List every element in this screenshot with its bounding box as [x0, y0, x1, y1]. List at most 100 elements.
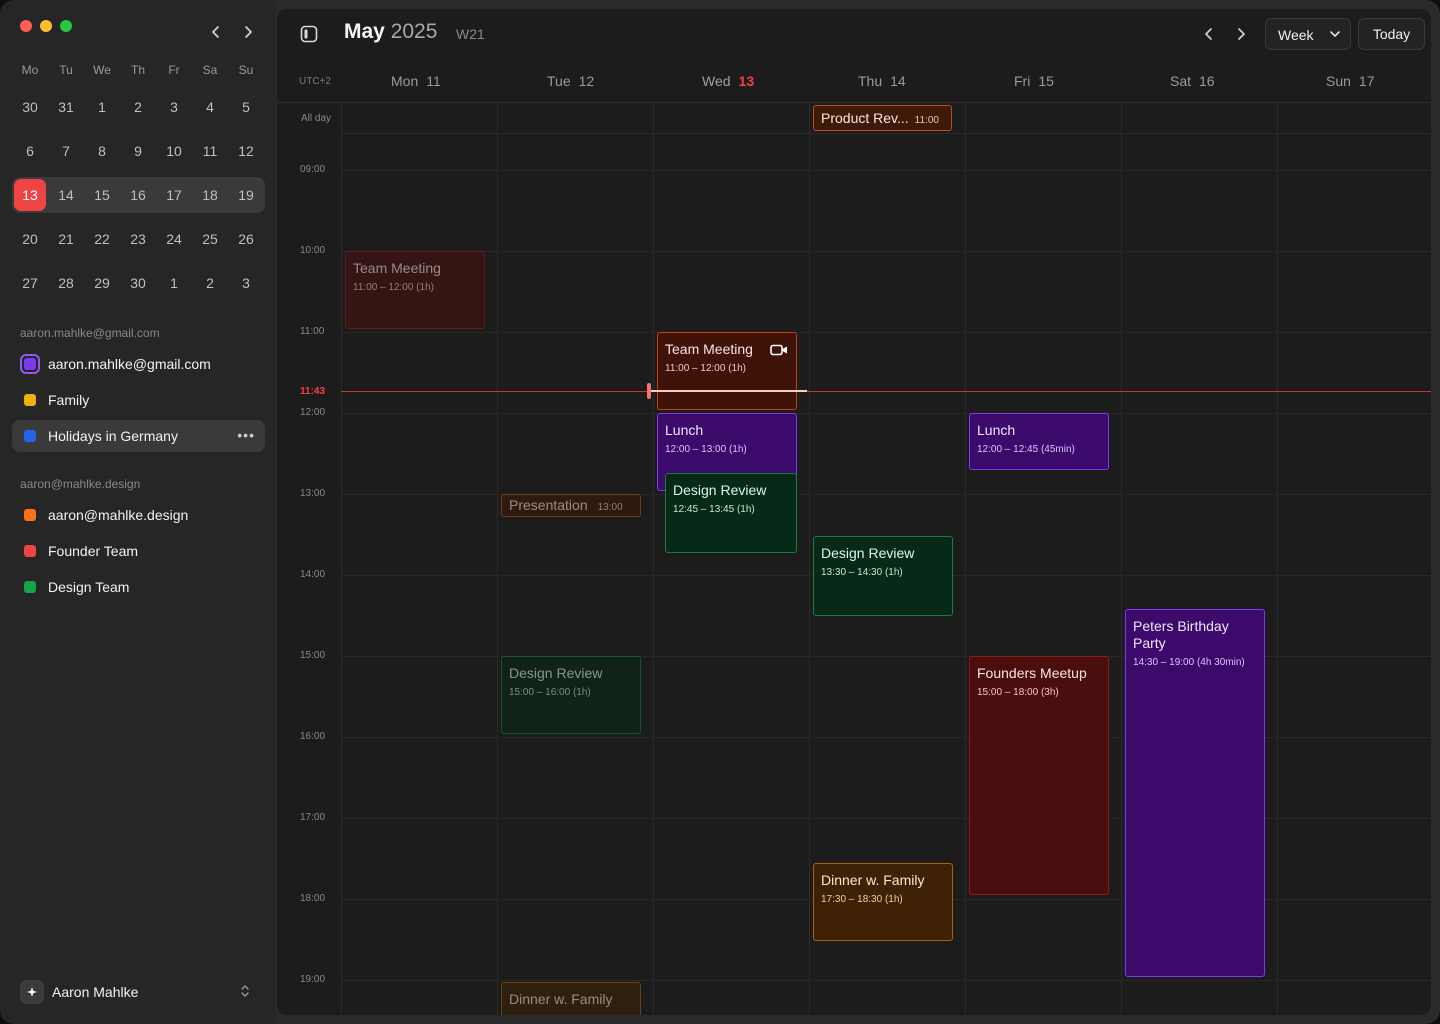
mini-calendar-day[interactable]: 15	[84, 177, 120, 213]
mini-calendar-day[interactable]: 10	[156, 133, 192, 169]
title-month: May	[344, 20, 385, 43]
hour-gridline	[341, 251, 1431, 252]
day-header-thu[interactable]: Thu 14	[858, 73, 906, 89]
mini-calendar-day[interactable]: 1	[84, 89, 120, 125]
mini-calendar-prev-button[interactable]	[206, 22, 226, 42]
mini-calendar-day[interactable]: 23	[120, 221, 156, 257]
day-header-sun[interactable]: Sun 17	[1326, 73, 1375, 89]
mini-calendar-day[interactable]: 29	[84, 265, 120, 301]
calendar-item-design-team[interactable]: Design Team	[12, 571, 265, 603]
mini-calendar-day[interactable]: 3	[156, 89, 192, 125]
event-team-meeting-wed[interactable]: Team Meeting 11:00 – 12:00 (1h)	[657, 332, 797, 410]
zoom-window-button[interactable]	[60, 20, 72, 32]
mini-calendar-day[interactable]: 2	[192, 265, 228, 301]
mini-calendar-day[interactable]: 1	[156, 265, 192, 301]
calendar-item-holidays-germany[interactable]: Holidays in Germany •••	[12, 420, 265, 452]
calendar-item-family[interactable]: Family	[12, 384, 265, 416]
hour-gridline	[341, 170, 1431, 171]
mini-calendar-day[interactable]: 9	[120, 133, 156, 169]
previous-week-button[interactable]	[1199, 24, 1219, 44]
event-design-review-thu[interactable]: Design Review 13:30 – 14:30 (1h)	[813, 536, 953, 616]
mini-calendar-weekday: We	[93, 63, 111, 77]
event-time: 12:45 – 13:45 (1h)	[673, 504, 755, 515]
event-time: 17:30 – 18:30 (1h)	[821, 894, 903, 905]
today-button[interactable]: Today	[1358, 18, 1425, 50]
event-design-review-wed[interactable]: Design Review 12:45 – 13:45 (1h)	[665, 473, 797, 553]
hour-gridline	[341, 413, 1431, 414]
day-header-name: Fri	[1014, 73, 1031, 89]
mini-calendar-day[interactable]: 20	[12, 221, 48, 257]
event-presentation-tue[interactable]: Presentation 13:00	[501, 494, 641, 517]
mini-calendar-day[interactable]: 21	[48, 221, 84, 257]
day-header-number: 14	[890, 73, 906, 89]
mini-calendar-day[interactable]: 3	[228, 265, 264, 301]
mini-calendar-day[interactable]: 12	[228, 133, 264, 169]
day-header-mon[interactable]: Mon 11	[391, 73, 441, 89]
mini-calendar-day[interactable]: 31	[48, 89, 84, 125]
view-select[interactable]: Week	[1265, 18, 1351, 50]
mini-calendar-day[interactable]: 5	[228, 89, 264, 125]
close-window-button[interactable]	[20, 20, 32, 32]
mini-calendar-day[interactable]: 22	[84, 221, 120, 257]
day-header-sat[interactable]: Sat 16	[1170, 73, 1215, 89]
calendar-item-label: Design Team	[48, 579, 130, 595]
calendar-item-aaron-mahlke-design[interactable]: aaron@mahlke.design	[12, 499, 265, 531]
mini-calendar-day[interactable]: 8	[84, 133, 120, 169]
mini-calendar-day[interactable]: 11	[192, 133, 228, 169]
mini-calendar-day[interactable]: 26	[228, 221, 264, 257]
event-design-review-tue[interactable]: Design Review 15:00 – 16:00 (1h)	[501, 656, 641, 734]
mini-calendar-day[interactable]: 19	[228, 177, 264, 213]
mini-calendar-day[interactable]: 27	[12, 265, 48, 301]
calendar-color-swatch	[24, 509, 36, 521]
calendar-item-aaron-gmail[interactable]: aaron.mahlke@gmail.com	[12, 348, 265, 380]
mini-calendar-day[interactable]: 2	[120, 89, 156, 125]
event-founders-meetup[interactable]: Founders Meetup 15:00 – 18:00 (3h)	[969, 656, 1109, 895]
day-header-tue[interactable]: Tue 12	[547, 73, 594, 89]
page-title: May 2025	[344, 20, 437, 44]
event-title: Dinner w. Family	[821, 872, 925, 888]
mini-calendar-today[interactable]: 13	[14, 179, 46, 211]
calendar-item-founder-team[interactable]: Founder Team	[12, 535, 265, 567]
day-header-fri[interactable]: Fri 15	[1014, 73, 1054, 89]
event-dinner-family-thu[interactable]: Dinner w. Family 17:30 – 18:30 (1h)	[813, 863, 953, 941]
day-column-divider	[341, 103, 342, 1015]
user-switcher[interactable]: Aaron Mahlke	[20, 980, 256, 1004]
event-team-meeting-mon[interactable]: Team Meeting 11:00 – 12:00 (1h)	[345, 251, 485, 329]
event-title: Team Meeting	[353, 260, 441, 276]
hour-gridline	[341, 332, 1431, 333]
mini-calendar-day[interactable]: 16	[120, 177, 156, 213]
day-header-name: Mon	[391, 73, 419, 89]
chevron-right-icon	[1238, 28, 1245, 40]
chevron-up-down-icon	[241, 985, 249, 997]
mini-calendar-day[interactable]: 30	[12, 89, 48, 125]
mini-calendar-day[interactable]: 28	[48, 265, 84, 301]
hour-label: 19:00	[300, 974, 326, 985]
event-dinner-family-tue[interactable]: Dinner w. Family	[501, 982, 641, 1015]
mini-calendar-next-button[interactable]	[238, 22, 258, 42]
day-header-name: Tue	[547, 73, 571, 89]
mini-calendar-day[interactable]: 25	[192, 221, 228, 257]
mini-calendar-day[interactable]: 14	[48, 177, 84, 213]
mini-calendar-day[interactable]: 18	[192, 177, 228, 213]
event-title: Product Rev... 11:00	[821, 110, 939, 129]
toggle-sidebar-button[interactable]	[299, 24, 319, 44]
day-header-wed[interactable]: Wed 13	[702, 73, 754, 89]
event-lunch-fri[interactable]: Lunch 12:00 – 12:45 (45min)	[969, 413, 1109, 470]
event-title: Design Review	[509, 665, 603, 681]
chevron-right-icon	[245, 26, 252, 38]
next-week-button[interactable]	[1231, 24, 1251, 44]
view-select-label: Week	[1278, 27, 1314, 43]
mini-calendar-day[interactable]: 6	[12, 133, 48, 169]
hour-label: 16:00	[300, 731, 326, 742]
mini-calendar-day[interactable]: 7	[48, 133, 84, 169]
event-title: Dinner w. Family	[509, 991, 613, 1007]
mini-calendar-day[interactable]: 24	[156, 221, 192, 257]
event-peters-birthday-party[interactable]: Peters Birthday Party 14:30 – 19:00 (4h …	[1125, 609, 1265, 977]
mini-calendar-day[interactable]: 17	[156, 177, 192, 213]
mini-calendar-day[interactable]: 30	[120, 265, 156, 301]
sidebar-icon	[300, 25, 318, 43]
mini-calendar-day[interactable]: 4	[192, 89, 228, 125]
event-product-review[interactable]: Product Rev... 11:00	[813, 105, 952, 131]
more-options-icon[interactable]: •••	[237, 428, 255, 442]
minimize-window-button[interactable]	[40, 20, 52, 32]
